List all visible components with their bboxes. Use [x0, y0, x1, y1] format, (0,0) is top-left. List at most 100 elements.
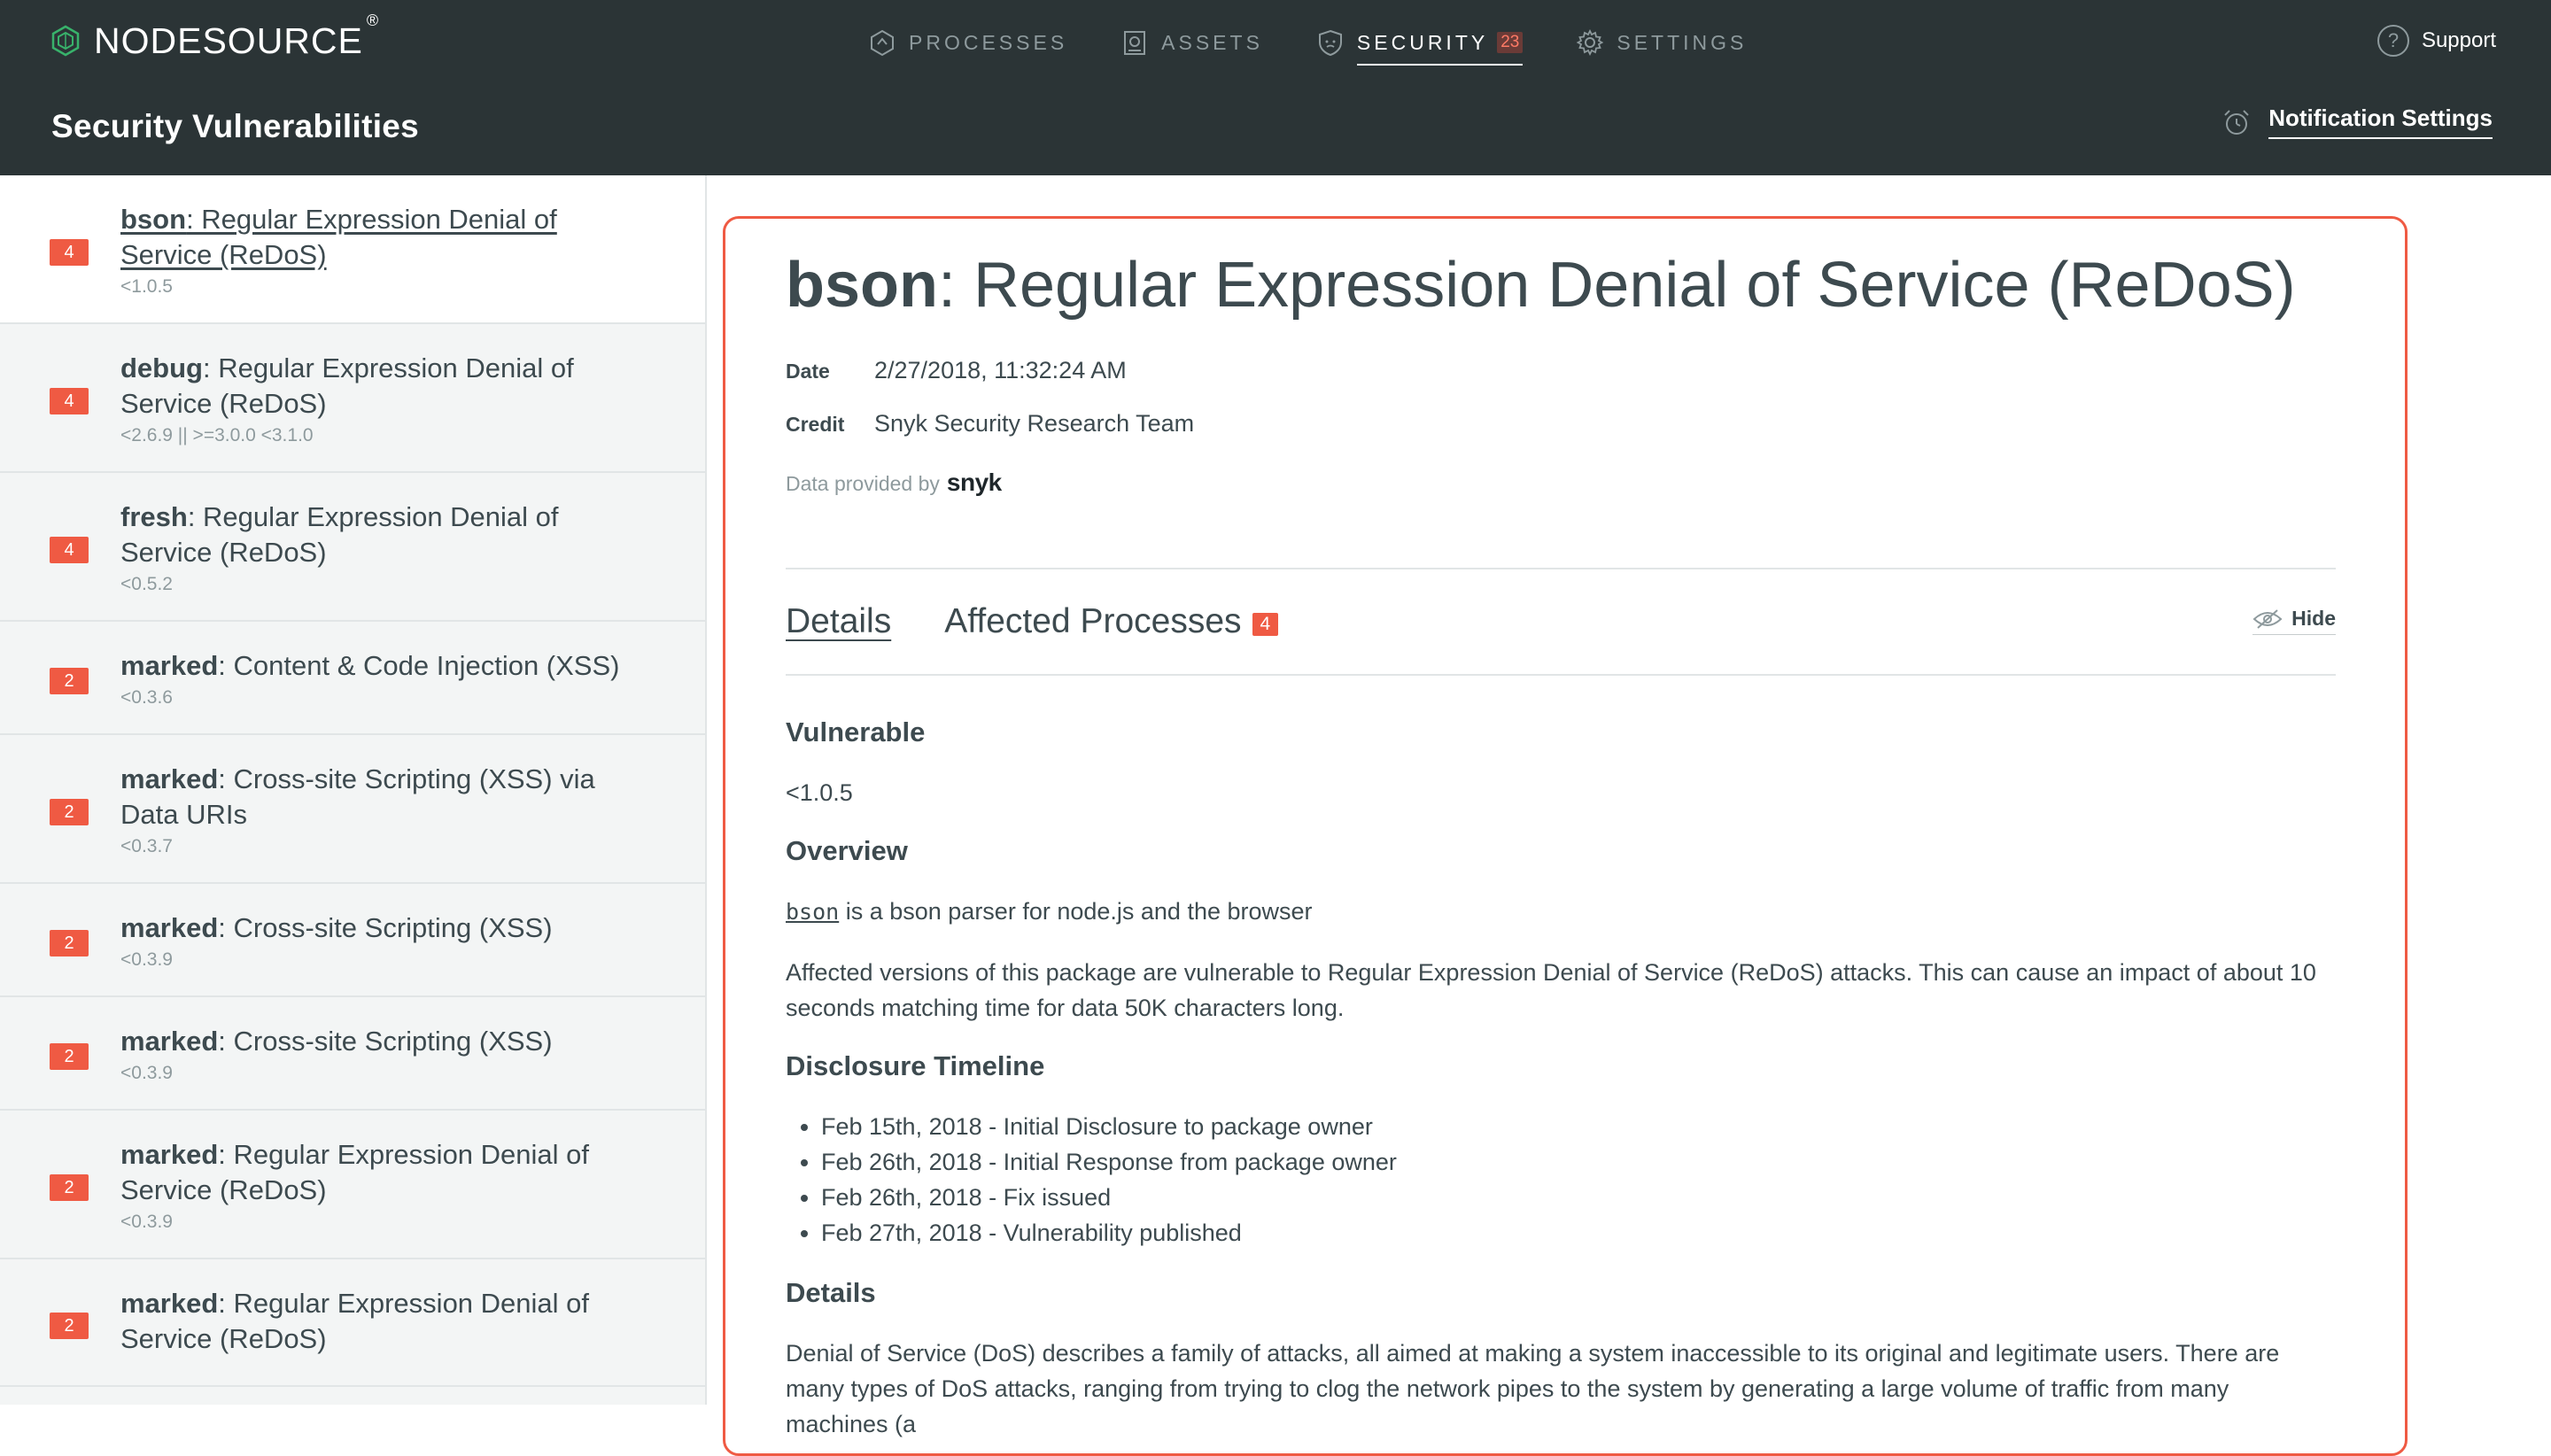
severity-badge: 4	[50, 537, 89, 563]
timeline-item: Feb 27th, 2018 - Vulnerability published	[821, 1215, 2336, 1251]
vulnerable-heading: Vulnerable	[786, 716, 926, 747]
package-name: marked	[120, 650, 219, 681]
nav-processes-label: PROCESSES	[909, 30, 1068, 54]
severity-badge: 2	[50, 668, 89, 694]
timeline-item: Feb 15th, 2018 - Initial Disclosure to p…	[821, 1109, 2336, 1144]
credit-value: Snyk Security Research Team	[874, 410, 1195, 437]
vulnerability-title: marked: Regular Expression Denial of Ser…	[120, 1137, 652, 1208]
version-range: <2.6.9 || >=3.0.0 <3.1.0	[120, 425, 314, 445]
vulnerability-list-item[interactable]: 2 marked: Content & Code Injection (XSS) <…	[0, 622, 705, 735]
vulnerability-list: 4 bson: Regular Expression Denial of Serv…	[0, 175, 707, 1405]
vulnerability-name: : Content & Code Injection (XSS)	[218, 650, 620, 681]
package-name: marked	[120, 763, 219, 794]
vulnerability-title: marked: Content & Code Injection (XSS)	[120, 648, 652, 684]
vulnerability-list-item[interactable]: 2 marked: Cross-site Scripting (XSS) via …	[0, 735, 705, 884]
package-name: marked	[120, 1288, 219, 1319]
timeline-item: Feb 26th, 2018 - Fix issued	[821, 1180, 2336, 1215]
severity-badge: 2	[50, 799, 89, 825]
nodesource-logo[interactable]: NODESOURCE ®	[50, 11, 380, 61]
notification-settings-label: Notification Settings	[2268, 105, 2493, 139]
support-link[interactable]: ? Support	[2377, 23, 2496, 58]
nav-assets-label: ASSETS	[1161, 30, 1263, 54]
version-range: <0.3.9	[120, 949, 173, 970]
nav-settings[interactable]: SETTINGS	[1576, 23, 1747, 62]
version-range: <0.5.2	[120, 574, 173, 594]
package-name: debug	[120, 352, 203, 383]
detail-package-name: bson	[786, 250, 938, 321]
version-range: <0.3.9	[120, 1063, 173, 1083]
page-title: Security Vulnerabilities	[51, 108, 420, 144]
data-provided-label: Data provided by	[786, 472, 940, 495]
security-count-badge: 23	[1497, 32, 1524, 53]
severity-badge: 2	[50, 1043, 89, 1070]
details-heading: Details	[786, 1277, 876, 1308]
hide-label: Hide	[2291, 607, 2336, 630]
date-row: Date 2/27/2018, 11:32:24 AM	[786, 357, 2336, 410]
vulnerability-title: marked: Cross-site Scripting (XSS)	[120, 910, 652, 946]
vulnerability-title: fresh: Regular Expression Denial of Serv…	[120, 500, 652, 570]
detail-tabs: Details Affected Processes 4 Hide	[786, 569, 2336, 674]
top-bar: NODESOURCE ® PROCESSES ASSETS SECURITY 23…	[0, 0, 2551, 175]
credit-label: Credit	[786, 413, 845, 436]
support-label: Support	[2421, 28, 2496, 52]
notification-settings-link[interactable]: Notification Settings	[2221, 105, 2493, 139]
hide-button[interactable]: Hide	[2252, 607, 2336, 635]
detail-title: bson: Regular Expression Denial of Servi…	[786, 245, 2336, 325]
vulnerability-list-item[interactable]: 4 bson: Regular Expression Denial of Serv…	[0, 175, 705, 324]
vulnerability-title: bson: Regular Expression Denial of Servi…	[120, 202, 652, 273]
version-range: <1.0.5	[120, 276, 173, 297]
package-name: marked	[120, 1026, 219, 1057]
question-icon: ?	[2377, 25, 2409, 57]
disclosure-timeline-heading: Disclosure Timeline	[786, 1050, 1045, 1081]
package-name: marked	[120, 1139, 219, 1170]
date-label: Date	[786, 360, 830, 383]
vulnerability-title: marked: Regular Expression Denial of Ser…	[120, 1286, 652, 1357]
version-range: <0.3.9	[120, 1212, 173, 1232]
nav-security[interactable]: SECURITY 23	[1316, 23, 1524, 66]
severity-badge: 2	[50, 930, 89, 956]
package-link[interactable]: bson	[786, 899, 839, 925]
vulnerable-value: <1.0.5	[786, 779, 853, 806]
vulnerability-list-item[interactable]: 2 marked: Regular Expression Denial of Se…	[0, 1259, 705, 1387]
logo-text: NODESOURCE ®	[94, 11, 380, 61]
overview-text: bson is a bson parser for node.js and th…	[786, 898, 1313, 925]
vulnerability-list-item[interactable]: 4 debug: Regular Expression Denial of Ser…	[0, 324, 705, 473]
affected-count-badge: 4	[1252, 613, 1279, 636]
vulnerability-list-item[interactable]: 2 marked: Cross-site Scripting (XSS) <0.3.…	[0, 997, 705, 1111]
severity-badge: 2	[50, 1174, 89, 1201]
vulnerability-name: : Regular Expression Denial of Service (…	[120, 204, 557, 270]
snyk-logo[interactable]: snyk	[947, 469, 1002, 497]
package-name: marked	[120, 912, 219, 943]
details-paragraph: Denial of Service (DoS) describes a fami…	[786, 1340, 2280, 1437]
overview-heading: Overview	[786, 835, 908, 866]
assets-icon	[1124, 31, 1146, 55]
details-content: Vulnerable <1.0.5 Overview bson is a bso…	[786, 676, 2336, 1442]
package-name: bson	[120, 204, 187, 235]
vulnerability-list-item[interactable]: 2 marked: Cross-site Scripting (XSS) <0.3.…	[0, 884, 705, 997]
vulnerability-title: marked: Cross-site Scripting (XSS)	[120, 1024, 652, 1059]
vulnerability-title: marked: Cross-site Scripting (XSS) via D…	[120, 762, 652, 833]
overview-paragraph: Affected versions of this package are vu…	[786, 959, 2316, 1021]
nav-assets[interactable]: ASSETS	[1120, 23, 1263, 62]
severity-badge: 4	[50, 388, 89, 414]
data-provider: Data provided by snyk	[786, 469, 2336, 497]
severity-badge: 2	[50, 1313, 89, 1339]
vulnerability-list-item[interactable]: 4 fresh: Regular Expression Denial of Ser…	[0, 473, 705, 622]
processes-icon	[871, 29, 894, 57]
tab-affected-processes[interactable]: Affected Processes 4	[944, 602, 1279, 641]
tab-details[interactable]: Details	[786, 602, 891, 641]
credit-row: Credit Snyk Security Research Team	[786, 410, 2336, 463]
version-range: <0.3.7	[120, 836, 173, 856]
detail-title-text: : Regular Expression Denial of Service (…	[937, 250, 2296, 321]
vulnerability-title: debug: Regular Expression Denial of Serv…	[120, 351, 652, 422]
vulnerability-name: : Cross-site Scripting (XSS)	[218, 912, 553, 943]
nav-processes[interactable]: PROCESSES	[868, 23, 1067, 62]
tab-affected-label: Affected Processes	[944, 602, 1242, 640]
nav-settings-label: SETTINGS	[1617, 30, 1748, 54]
eye-slash-icon	[2252, 608, 2283, 629]
timeline-item: Feb 26th, 2018 - Initial Response from p…	[821, 1144, 2336, 1180]
vulnerability-detail-card: bson: Regular Expression Denial of Servi…	[723, 216, 2408, 1456]
version-range: <0.3.6	[120, 687, 173, 708]
vulnerability-list-item[interactable]: 2 marked: Regular Expression Denial of Se…	[0, 1111, 705, 1259]
gear-icon	[1577, 28, 1604, 57]
